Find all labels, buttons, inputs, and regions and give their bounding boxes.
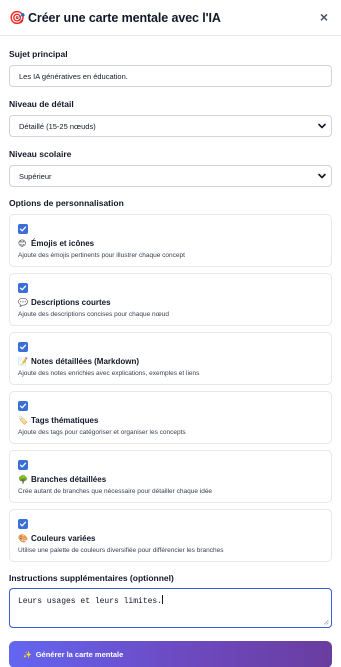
check-icon — [19, 521, 27, 527]
palette-icon: 🎨 — [18, 534, 28, 543]
chevron-down-icon — [318, 173, 326, 179]
branches-checkbox[interactable] — [18, 460, 28, 470]
subject-input[interactable]: Les IA génératives en éducation. — [9, 65, 332, 87]
option-colors[interactable]: 🎨 Couleurs variées Utilise une palette de… — [9, 509, 332, 562]
subject-label: Sujet principal — [9, 49, 68, 59]
option-notes[interactable]: 📝 Notes détaillées (Markdown) Ajoute des … — [9, 332, 332, 385]
generate-label: Générer la carte mentale — [35, 650, 124, 659]
instructions-label: Instructions supplémentaires (optionnel) — [9, 573, 174, 583]
school-level-label: Niveau scolaire — [9, 149, 72, 159]
option-title: Couleurs variées — [31, 534, 96, 543]
school-level-value: Supérieur — [19, 171, 52, 181]
detail-level-label: Niveau de détail — [9, 99, 74, 109]
option-descriptions[interactable]: 💬 Descriptions courtes Ajoute des descrip… — [9, 273, 332, 326]
resize-handle-icon[interactable] — [323, 619, 329, 625]
smile-icon: 😊 — [18, 239, 27, 248]
options-list: 😊 Émojis et icônes Ajoute des émojis pert… — [9, 214, 332, 562]
tag-icon: 🏷️ — [18, 416, 28, 425]
close-icon[interactable]: × — [320, 10, 328, 24]
memo-icon: 📝 — [18, 357, 28, 366]
mindmap-form: Sujet principal Les IA génératives en éd… — [0, 49, 341, 667]
dialog-title: Créer une carte mentale avec l'IA — [28, 10, 221, 25]
target-icon: 🎯 — [9, 10, 26, 25]
option-description: Crée autant de branches que nécessaire p… — [18, 488, 213, 495]
chevron-down-icon — [318, 123, 326, 129]
option-title: Notes détaillées (Markdown) — [31, 357, 140, 366]
option-tags[interactable]: 🏷️ Tags thématiques Ajoute des tags pour … — [9, 391, 332, 444]
instructions-value: Leurs usages et leurs limites. — [18, 597, 163, 606]
option-title: Émojis et icônes — [31, 239, 95, 248]
option-description: Ajoute des descriptions concises pour ch… — [18, 311, 170, 318]
detail-level-value: Détaillé (15-25 nœuds) — [19, 121, 96, 131]
sparkles-icon: ✨ — [23, 651, 32, 659]
check-icon — [19, 285, 27, 291]
check-icon — [19, 344, 27, 350]
instructions-textarea[interactable]: Leurs usages et leurs limites. — [9, 588, 332, 628]
option-title: Descriptions courtes — [31, 298, 111, 307]
check-icon — [19, 226, 27, 232]
detail-level-select[interactable]: Détaillé (15-25 nœuds) — [9, 115, 332, 137]
options-label: Options de personnalisation — [9, 198, 124, 208]
option-title: Tags thématiques — [31, 416, 99, 425]
text-caret — [162, 595, 164, 604]
dialog-header: 🎯 Créer une carte mentale avec l'IA × — [0, 0, 341, 36]
option-title: Branches détaillées — [31, 475, 107, 484]
option-description: Ajoute des tags pour catégoriser et orga… — [18, 429, 186, 436]
tree-icon: 🌳 — [18, 475, 28, 484]
generate-button[interactable]: ✨ Générer la carte mentale — [9, 641, 332, 667]
notes-checkbox[interactable] — [18, 342, 28, 352]
check-icon — [19, 462, 27, 468]
colors-checkbox[interactable] — [18, 519, 28, 529]
option-description: Utilise une palette de couleurs diversif… — [18, 547, 224, 554]
tags-checkbox[interactable] — [18, 401, 28, 411]
option-branches[interactable]: 🌳 Branches détaillées Crée autant de bran… — [9, 450, 332, 503]
option-emojis[interactable]: 😊 Émojis et icônes Ajoute des émojis pert… — [9, 214, 332, 267]
option-description: Ajoute des émojis pertinents pour illust… — [18, 252, 185, 259]
emojis-checkbox[interactable] — [18, 224, 28, 234]
school-level-select[interactable]: Supérieur — [9, 165, 332, 187]
descriptions-checkbox[interactable] — [18, 283, 28, 293]
check-icon — [19, 403, 27, 409]
speech-bubble-icon: 💬 — [18, 298, 28, 307]
option-description: Ajoute des notes enrichies avec explicat… — [18, 370, 200, 377]
